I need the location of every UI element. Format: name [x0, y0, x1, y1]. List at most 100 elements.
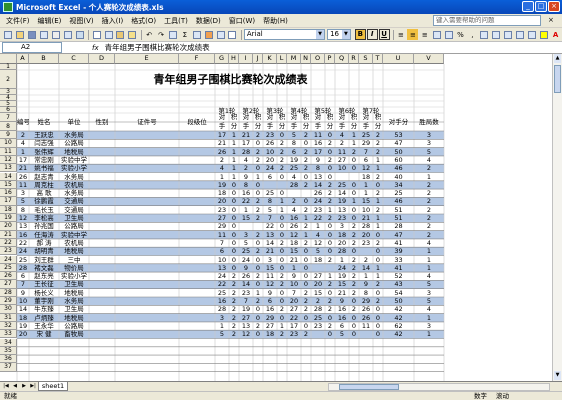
cell-score[interactable]: 1 [277, 197, 287, 205]
cell-opponent[interactable]: 23 [311, 322, 325, 330]
cell-opponent[interactable]: 18 [359, 173, 373, 181]
cell-cert[interactable] [115, 189, 179, 197]
cell-score[interactable]: 2 [373, 173, 383, 181]
cell-opponent-points[interactable]: 50 [383, 297, 414, 305]
cell-opponent[interactable]: 22 [287, 314, 301, 322]
cell-opponent-points[interactable]: 42 [383, 314, 414, 322]
menu-edit[interactable]: 编辑(E) [34, 16, 66, 26]
cell-opponent-points[interactable]: 53 [383, 131, 414, 139]
cell-opponent[interactable]: 19 [335, 272, 349, 280]
cell-opponent[interactable]: 14 [263, 239, 277, 247]
horizontal-scrollbar[interactable] [328, 383, 550, 391]
cell-opponent[interactable]: 18 [287, 239, 301, 247]
cell-score[interactable]: 2 [277, 164, 287, 172]
cell-score[interactable]: 0 [325, 231, 335, 239]
cell-score[interactable] [253, 222, 263, 230]
cell-opponent[interactable]: 15 [287, 247, 301, 255]
cell-score[interactable]: 2 [325, 256, 335, 264]
cell-wins[interactable]: 1 [414, 264, 444, 272]
cell-rank[interactable] [179, 322, 215, 330]
cell-score[interactable] [277, 181, 287, 189]
cell-score[interactable]: 2 [349, 272, 359, 280]
cell-rank[interactable] [179, 148, 215, 156]
cell-opponent[interactable]: 15 [239, 214, 253, 222]
cell-opponent[interactable]: 8 [359, 289, 373, 297]
cell-opponent[interactable]: 4 [215, 164, 229, 172]
cell-opponent[interactable]: 2 [359, 256, 373, 264]
cell-opponent[interactable]: 24 [311, 197, 325, 205]
cell-rank[interactable] [179, 222, 215, 230]
cell-cert[interactable] [115, 214, 179, 222]
menu-view[interactable]: 视图(V) [65, 16, 97, 26]
cell-score[interactable]: 0 [373, 181, 383, 189]
cell-opponent[interactable]: 25 [359, 131, 373, 139]
cell-id[interactable]: 24 [17, 247, 29, 255]
cell-wins[interactable]: 5 [414, 280, 444, 288]
cell-opponent[interactable]: 5 [287, 131, 301, 139]
cell-score[interactable]: 1 [373, 222, 383, 230]
cell-id[interactable]: 9 [17, 289, 29, 297]
cell-opponent[interactable]: 26 [239, 272, 253, 280]
merge-center-icon[interactable] [431, 29, 442, 40]
cell-score[interactable]: 0 [229, 214, 239, 222]
cell-wins[interactable]: 2 [414, 206, 444, 214]
cell-opponent[interactable]: 23 [239, 289, 253, 297]
cell-opponent[interactable]: 25 [215, 289, 229, 297]
cell-opponent[interactable]: 25 [263, 189, 277, 197]
underline-button[interactable]: U [378, 29, 390, 40]
cell-cert[interactable] [115, 164, 179, 172]
cell-unit[interactable]: 地税局 [59, 148, 89, 156]
cell-gender[interactable] [89, 148, 115, 156]
cell-score[interactable]: 2 [373, 239, 383, 247]
cell-opponent[interactable]: 12 [311, 239, 325, 247]
cell-opponent[interactable]: 24 [263, 164, 277, 172]
cell-opponent[interactable]: 28 [335, 247, 349, 255]
cell-wins[interactable]: 2 [414, 214, 444, 222]
cell-score[interactable]: 0 [277, 231, 287, 239]
cell-gender[interactable] [89, 222, 115, 230]
decrease-indent-icon[interactable] [503, 29, 514, 40]
cell-opponent[interactable] [263, 181, 277, 189]
cell-score[interactable]: 0 [373, 256, 383, 264]
cell-gender[interactable] [89, 239, 115, 247]
cell-score[interactable]: 2 [325, 189, 335, 197]
cell-opponent[interactable]: 3 [263, 256, 277, 264]
cell-score[interactable]: 2 [349, 264, 359, 272]
cell-wins[interactable]: 1 [414, 330, 444, 338]
permission-icon[interactable] [39, 29, 50, 40]
cell-wins[interactable]: 2 [414, 197, 444, 205]
cell-score[interactable]: 2 [277, 239, 287, 247]
cell-score[interactable] [349, 173, 359, 181]
align-center-icon[interactable]: ≡ [407, 29, 419, 40]
cell-opponent[interactable]: 17 [239, 139, 253, 147]
cell-wins[interactable]: 2 [414, 189, 444, 197]
cell-opponent-points[interactable]: 51 [383, 206, 414, 214]
cell-opponent-points[interactable]: 54 [383, 289, 414, 297]
cell-opponent[interactable]: 2 [239, 164, 253, 172]
cell-name[interactable]: 胡明青 [29, 247, 59, 255]
cell-score[interactable]: 0 [277, 247, 287, 255]
cell-name[interactable]: 王跃忠 [29, 131, 59, 139]
cell-score[interactable]: 2 [277, 139, 287, 147]
cell-score[interactable]: 0 [277, 131, 287, 139]
cell-wins[interactable]: 2 [414, 181, 444, 189]
cell-opponent-points[interactable]: 46 [383, 197, 414, 205]
cell-score[interactable]: 0 [301, 197, 311, 205]
align-left-icon[interactable]: ≡ [396, 29, 407, 40]
cell-score[interactable]: 0 [253, 264, 263, 272]
cell-gender[interactable] [89, 139, 115, 147]
fill-color-icon[interactable] [538, 29, 549, 40]
cell-score[interactable]: 2 [253, 272, 263, 280]
cell-opponent[interactable]: 14 [335, 189, 349, 197]
cell-name[interactable]: 赵东亮 [29, 272, 59, 280]
cell-score[interactable]: 0 [301, 173, 311, 181]
cell-opponent[interactable]: 13 [335, 206, 349, 214]
cell-opponent[interactable]: 16 [239, 189, 253, 197]
cell-opponent[interactable]: 3 [335, 222, 349, 230]
cell-score[interactable]: 2 [253, 148, 263, 156]
print-icon[interactable] [51, 29, 62, 40]
cell-score[interactable]: 1 [301, 231, 311, 239]
cell-score[interactable]: 0 [349, 330, 359, 338]
cell-opponent[interactable]: 26 [359, 314, 373, 322]
cell-opponent[interactable]: 10 [263, 148, 277, 156]
